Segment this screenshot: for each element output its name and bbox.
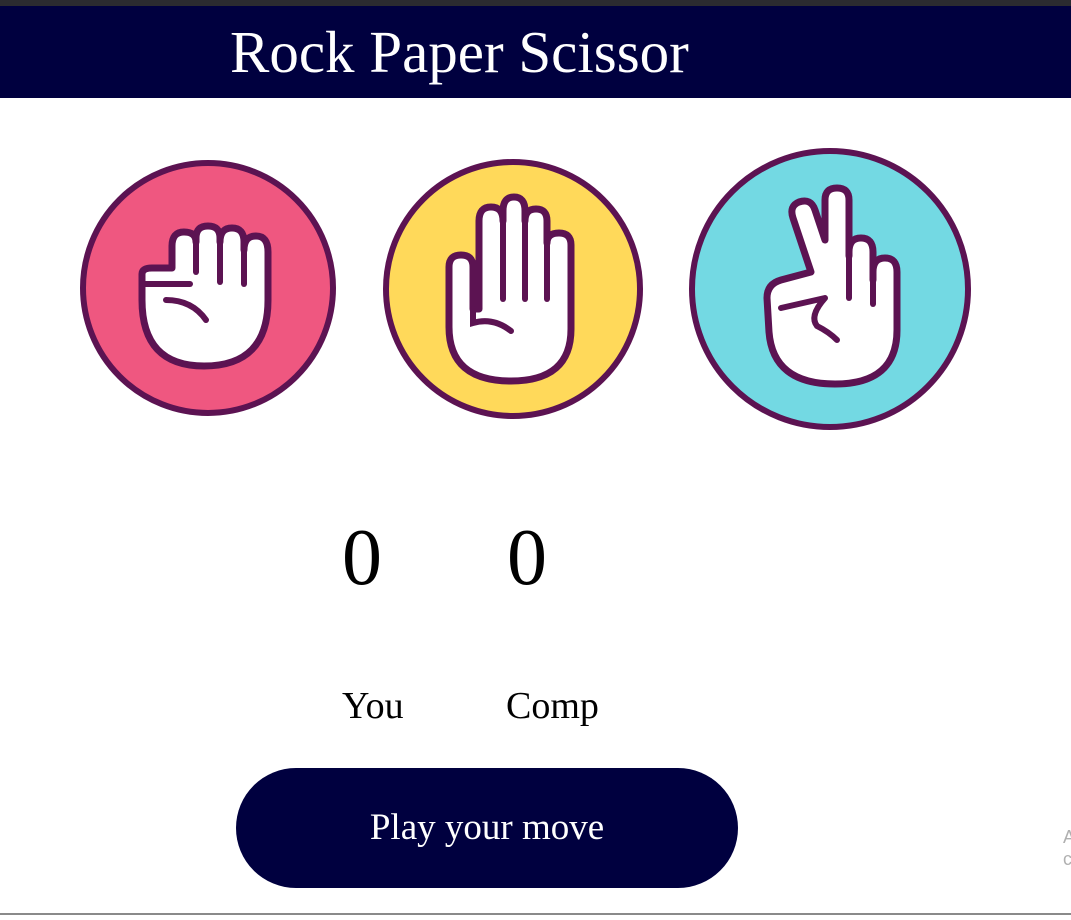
comp-score: 0: [507, 514, 547, 602]
user-score-label: You: [342, 685, 404, 727]
peace-hand-icon: [689, 148, 971, 430]
app-header: Rock Paper Scissor: [0, 6, 1071, 98]
page-title: Rock Paper Scissor: [230, 19, 689, 85]
fist-hand-icon: [80, 160, 336, 416]
scissors-choice[interactable]: [689, 148, 971, 430]
user-score: 0: [342, 514, 382, 602]
page-bottom-border: [0, 913, 1071, 915]
rock-choice[interactable]: [80, 160, 336, 416]
open-hand-icon: [383, 159, 643, 419]
paper-choice[interactable]: [383, 159, 643, 419]
message-button[interactable]: Play your move: [236, 768, 738, 888]
clipped-overlay-text: Ac: [1063, 827, 1071, 869]
comp-score-label: Comp: [506, 685, 599, 727]
